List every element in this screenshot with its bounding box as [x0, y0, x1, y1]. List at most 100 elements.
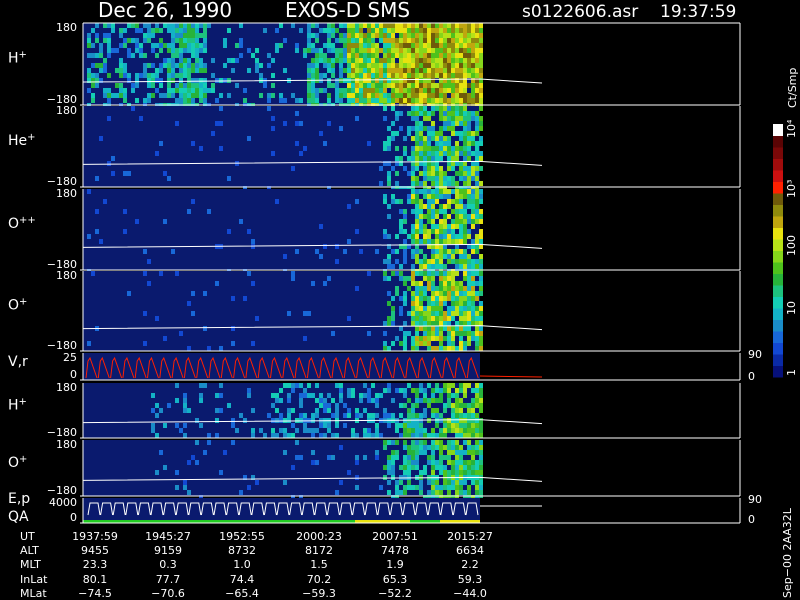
spectrogram-cell — [451, 239, 455, 244]
spectrogram-cell — [395, 259, 399, 264]
spectrogram-cell — [291, 423, 295, 428]
spectrogram-cell — [155, 78, 159, 83]
ephemeris-value: 1.9 — [386, 558, 404, 571]
spectrogram-cell — [391, 470, 395, 475]
spectrogram-cell — [443, 249, 447, 254]
spectrogram-cell — [371, 43, 375, 48]
colorbar-swatch — [773, 135, 783, 148]
spectrogram-cell — [463, 98, 467, 103]
spectrogram-cell — [167, 23, 171, 28]
spectrogram-cell — [195, 43, 199, 48]
spectrogram-cell — [439, 58, 443, 63]
spectrogram-cell — [411, 271, 415, 276]
spectrogram-cell — [247, 271, 251, 276]
spectrogram-cell — [463, 383, 467, 388]
ephemeris-value: 80.1 — [83, 573, 108, 586]
spectrogram-cell — [271, 126, 275, 131]
spectrogram-cell — [211, 58, 215, 63]
panel-h-plus: H+180−180 — [8, 21, 741, 108]
spectrogram-figure: Dec 26, 1990 EXOS-D SMS s0122606.asr 19:… — [8, 0, 799, 600]
spectrogram-cell — [203, 291, 207, 296]
spectrogram-cell — [203, 33, 207, 38]
spectrogram-cell — [435, 28, 439, 33]
spectrogram-cell — [275, 408, 279, 413]
spectrogram-cell — [411, 311, 415, 316]
spectrogram-cell — [455, 460, 459, 465]
spectrogram-cell — [443, 428, 447, 433]
ephemeris-value: −74.5 — [78, 587, 112, 600]
spectrogram-cell — [407, 383, 411, 388]
spectrogram-cell — [419, 445, 423, 450]
spectrogram-cell — [403, 38, 407, 43]
spectrogram-cell — [107, 38, 111, 43]
spectrogram-cell — [479, 326, 483, 331]
colorbar-swatch — [773, 342, 783, 355]
spectrogram-cell — [455, 88, 459, 93]
spectrogram-cell — [467, 301, 471, 306]
spectrogram-cell — [471, 58, 475, 63]
spectrogram-cell — [475, 131, 479, 136]
spectrogram-cell — [215, 393, 219, 398]
spectrogram-cell — [467, 48, 471, 53]
spectrogram-cell — [135, 38, 139, 43]
spectrogram-cell — [479, 480, 483, 485]
spectrogram-cell — [339, 383, 343, 388]
spectrogram-cell — [227, 229, 231, 234]
spectrogram-cell — [159, 48, 163, 53]
spectrogram-cell — [475, 490, 479, 495]
spectrogram-cell — [231, 341, 235, 346]
spectrogram-cell — [275, 398, 279, 403]
spectrogram-cell — [439, 336, 443, 341]
spectrogram-cell — [411, 264, 415, 269]
spectrogram-cell — [423, 126, 427, 131]
spectrogram-cell — [471, 331, 475, 336]
spectrogram-cell — [211, 131, 215, 136]
spectrogram-cell — [135, 73, 139, 78]
spectrogram-cell — [407, 450, 411, 455]
spectrogram-cell — [411, 194, 415, 199]
spectrogram-cell — [447, 341, 451, 346]
spectrogram-cell — [351, 73, 355, 78]
ephemeris-value: 1952:55 — [219, 530, 265, 543]
spectrogram-cell — [239, 43, 243, 48]
spectrogram-cell — [471, 291, 475, 296]
spectrogram-cell — [403, 73, 407, 78]
spectrogram-cell — [303, 146, 307, 151]
spectrogram-cell — [435, 194, 439, 199]
spectrogram-cell — [371, 58, 375, 63]
spectrogram-cell — [375, 23, 379, 28]
spectrogram-cell — [387, 98, 391, 103]
ephemeris-value: 0.3 — [159, 558, 177, 571]
spectrogram-cell — [179, 58, 183, 63]
panel-label-superscript: ++ — [19, 214, 36, 225]
spectrogram-cell — [203, 83, 207, 88]
spectrogram-cell — [427, 296, 431, 301]
spectrogram-cell — [347, 58, 351, 63]
spectrogram-cell — [167, 63, 171, 68]
spectrogram-cell — [431, 151, 435, 156]
spectrogram-cell — [391, 440, 395, 445]
spectrogram-cell — [179, 93, 183, 98]
spectrogram-cell — [263, 28, 267, 33]
spectrogram-cell — [163, 93, 167, 98]
spectrogram-cell — [439, 189, 443, 194]
spectrogram-cell — [347, 43, 351, 48]
spectrogram-cell — [447, 156, 451, 161]
spectrogram-cell — [439, 83, 443, 88]
spectrogram-cell — [171, 93, 175, 98]
spectrogram-cell — [431, 316, 435, 321]
spectrogram-cell — [447, 141, 451, 146]
spectrogram-cell — [279, 93, 283, 98]
spectrogram-cell — [383, 38, 387, 43]
spectrogram-cell — [359, 413, 363, 418]
spectrogram-cell — [435, 490, 439, 495]
spectrogram-cell — [403, 68, 407, 73]
spectrogram-cell — [459, 286, 463, 291]
spectrogram-cell — [451, 199, 455, 204]
spectrogram-cell — [383, 194, 387, 199]
spectrogram-cell — [175, 398, 179, 403]
spectrogram-cell — [363, 455, 367, 460]
spectrogram-cell — [447, 229, 451, 234]
spectrogram-cell — [411, 408, 415, 413]
spectrogram-cell — [323, 423, 327, 428]
